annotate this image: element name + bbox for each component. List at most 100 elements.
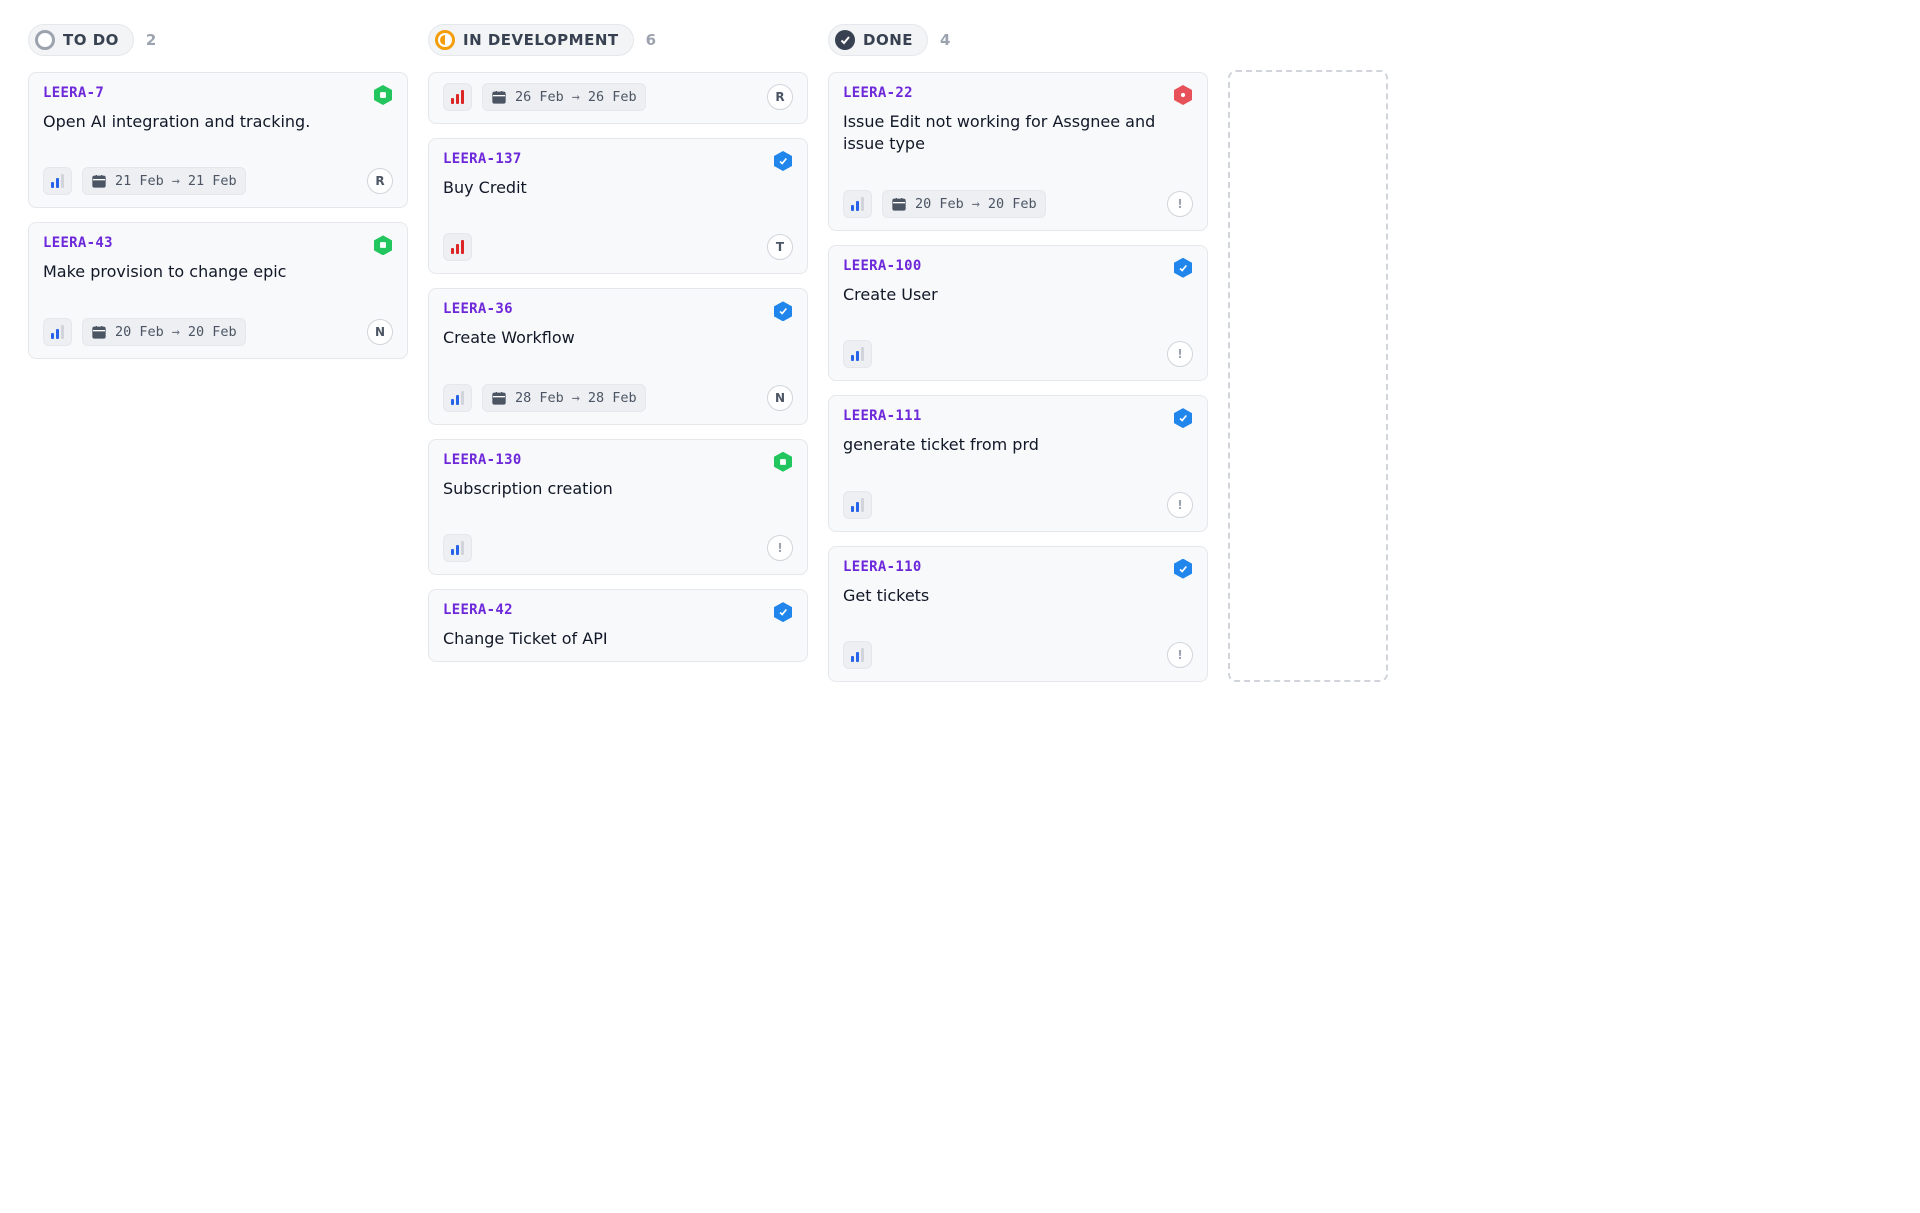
card[interactable]: LEERA-137 Buy Credit T: [428, 138, 808, 274]
priority-chip: [843, 491, 872, 519]
card-key: LEERA-36: [443, 301, 513, 317]
assignee-unassigned[interactable]: !: [1167, 341, 1193, 367]
priority-chip: [443, 83, 472, 111]
column-done: DONE 4 LEERA-22 Issue Edit not working f…: [828, 24, 1208, 682]
assignee-avatar[interactable]: R: [767, 84, 793, 110]
priority-chip: [43, 167, 72, 195]
assignee-avatar[interactable]: N: [767, 385, 793, 411]
card[interactable]: LEERA-36 Create Workflow: [428, 288, 808, 424]
date-to: 28 Feb: [588, 390, 637, 406]
assignee-unassigned[interactable]: !: [1167, 191, 1193, 217]
priority-chip: [443, 534, 472, 562]
card-title: generate ticket from prd: [843, 434, 1193, 456]
priority-medium-icon: [851, 347, 864, 361]
task-icon: [773, 602, 793, 622]
assignee-avatar[interactable]: T: [767, 234, 793, 260]
priority-chip: [43, 318, 72, 346]
column-header-done[interactable]: DONE 4: [828, 24, 1208, 56]
column-title: TO DO: [63, 31, 119, 49]
card-title: Open AI integration and tracking.: [43, 111, 393, 133]
card-title: Create User: [843, 284, 1193, 306]
priority-medium-icon: [451, 541, 464, 555]
arrow-right-icon: →: [172, 324, 180, 340]
card-key: LEERA-110: [843, 559, 922, 575]
date-to: 26 Feb: [588, 89, 637, 105]
card-title: Create Workflow: [443, 327, 793, 349]
column-count: 4: [940, 31, 950, 49]
task-icon: [773, 151, 793, 171]
priority-highest-icon: [451, 240, 464, 254]
cards-list-done: LEERA-22 Issue Edit not working for Assg…: [828, 72, 1208, 682]
date-from: 28 Feb: [515, 390, 564, 406]
card-key: LEERA-130: [443, 452, 522, 468]
date-chip: 21 Feb → 21 Feb: [82, 167, 246, 195]
card[interactable]: LEERA-111 generate ticket from prd !: [828, 395, 1208, 531]
date-from: 20 Feb: [915, 196, 964, 212]
assignee-unassigned[interactable]: !: [767, 535, 793, 561]
card[interactable]: LEERA-7 Open AI integration and tracking…: [28, 72, 408, 208]
status-icon-todo: [35, 30, 55, 50]
assignee-unassigned[interactable]: !: [1167, 492, 1193, 518]
arrow-right-icon: →: [572, 390, 580, 406]
card-title: Buy Credit: [443, 177, 793, 199]
story-icon: [373, 85, 393, 105]
priority-highest-icon: [451, 90, 464, 104]
card-title: Subscription creation: [443, 478, 793, 500]
bug-icon: [1173, 85, 1193, 105]
assignee-avatar[interactable]: R: [367, 168, 393, 194]
card[interactable]: 26 Feb → 26 Feb R: [428, 72, 808, 124]
status-icon-in-progress: [435, 30, 455, 50]
arrow-right-icon: →: [172, 173, 180, 189]
date-to: 21 Feb: [188, 173, 237, 189]
calendar-icon: [491, 390, 507, 406]
assignee-avatar[interactable]: N: [367, 319, 393, 345]
calendar-icon: [91, 173, 107, 189]
date-to: 20 Feb: [188, 324, 237, 340]
priority-medium-icon: [851, 197, 864, 211]
date-from: 20 Feb: [115, 324, 164, 340]
card-key: LEERA-22: [843, 85, 913, 101]
date-chip: 26 Feb → 26 Feb: [482, 83, 646, 111]
priority-medium-icon: [451, 391, 464, 405]
column-title: DONE: [863, 31, 913, 49]
card-title: Get tickets: [843, 585, 1193, 607]
date-chip: 20 Feb → 20 Feb: [882, 190, 1046, 218]
cards-list-todo: LEERA-7 Open AI integration and tracking…: [28, 72, 408, 359]
task-icon: [1173, 408, 1193, 428]
card[interactable]: LEERA-22 Issue Edit not working for Assg…: [828, 72, 1208, 231]
priority-chip: [843, 190, 872, 218]
arrow-right-icon: →: [572, 89, 580, 105]
card[interactable]: LEERA-110 Get tickets !: [828, 546, 1208, 682]
card-key: LEERA-7: [43, 85, 104, 101]
column-header-dev[interactable]: IN DEVELOPMENT 6: [428, 24, 808, 56]
date-from: 26 Feb: [515, 89, 564, 105]
column-count: 2: [146, 31, 156, 49]
priority-medium-icon: [51, 174, 64, 188]
priority-medium-icon: [51, 325, 64, 339]
column-header-todo[interactable]: TO DO 2: [28, 24, 408, 56]
calendar-icon: [91, 324, 107, 340]
card-title: Make provision to change epic: [43, 261, 393, 283]
arrow-right-icon: →: [972, 196, 980, 212]
date-to: 20 Feb: [988, 196, 1037, 212]
priority-medium-icon: [851, 648, 864, 662]
add-column-placeholder[interactable]: [1228, 70, 1388, 682]
card-key: LEERA-137: [443, 151, 522, 167]
calendar-icon: [491, 89, 507, 105]
priority-chip: [443, 384, 472, 412]
card[interactable]: LEERA-100 Create User !: [828, 245, 1208, 381]
story-icon: [773, 452, 793, 472]
card[interactable]: LEERA-43 Make provision to change epic: [28, 222, 408, 358]
column-title: IN DEVELOPMENT: [463, 31, 619, 49]
task-icon: [1173, 559, 1193, 579]
card[interactable]: LEERA-130 Subscription creation !: [428, 439, 808, 575]
card[interactable]: LEERA-42 Change Ticket of API: [428, 589, 808, 661]
date-chip: 20 Feb → 20 Feb: [82, 318, 246, 346]
column-todo: TO DO 2 LEERA-7 Open AI integration and …: [28, 24, 408, 359]
priority-chip: [443, 233, 472, 261]
card-title: Issue Edit not working for Assgnee and i…: [843, 111, 1193, 156]
priority-chip: [843, 340, 872, 368]
assignee-unassigned[interactable]: !: [1167, 642, 1193, 668]
kanban-board: TO DO 2 LEERA-7 Open AI integration and …: [28, 24, 1892, 682]
story-icon: [373, 235, 393, 255]
